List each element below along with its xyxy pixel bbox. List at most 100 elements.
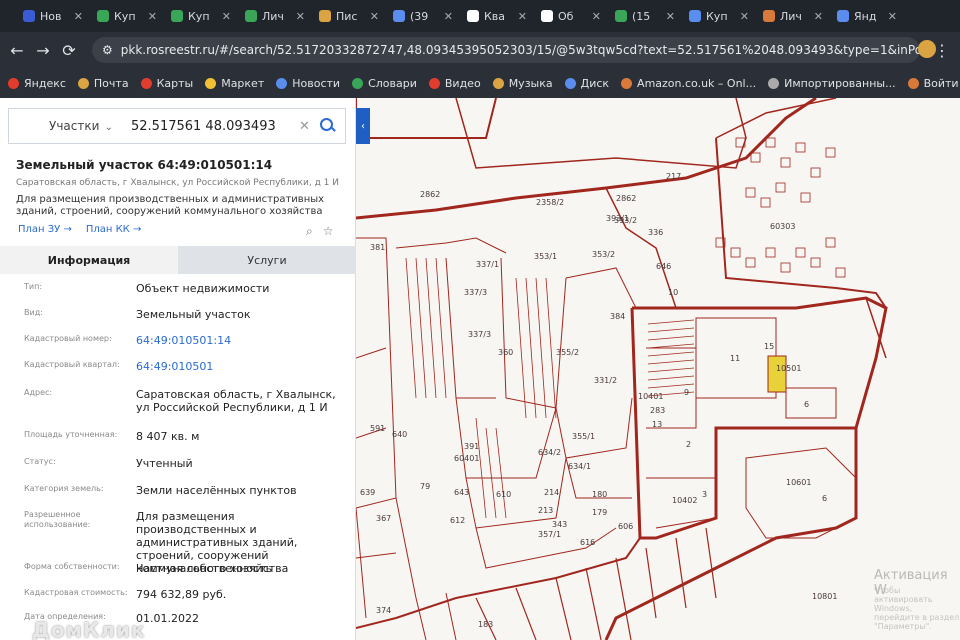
browser-tab[interactable]: (39 ✕ bbox=[388, 4, 458, 28]
parcel-number-label: 2862 bbox=[420, 190, 441, 199]
parcel-strip-line bbox=[647, 375, 695, 381]
browser-tab[interactable]: Об ✕ bbox=[536, 4, 606, 28]
bookmark-item[interactable]: Словари bbox=[352, 77, 417, 90]
bookmark-item[interactable]: Amazon.co.uk – Onl... bbox=[621, 77, 756, 90]
search-icon[interactable] bbox=[318, 116, 338, 136]
bookmark-label: Музыка bbox=[508, 76, 553, 90]
search-bar[interactable]: Участки ⌄ 52.517561 48.093493 ✕ bbox=[8, 108, 346, 144]
zoom-to-icon[interactable]: ⌕ bbox=[306, 224, 313, 239]
close-icon[interactable]: ✕ bbox=[370, 10, 379, 23]
parcel-strip-line bbox=[647, 319, 695, 325]
clear-icon[interactable]: ✕ bbox=[299, 119, 310, 134]
bookmark-item[interactable]: Импортированны... bbox=[768, 77, 896, 90]
bookmark-favicon-icon bbox=[907, 77, 919, 89]
close-icon[interactable]: ✕ bbox=[296, 10, 305, 23]
bookmark-item[interactable]: Войти в личный ка... bbox=[907, 77, 960, 90]
parcel-number-label: 353/2 bbox=[592, 250, 616, 259]
plan-links: План ЗУ → План КК → bbox=[18, 224, 141, 235]
close-icon[interactable]: ✕ bbox=[74, 10, 83, 23]
close-icon[interactable]: ✕ bbox=[740, 10, 749, 23]
parcel-number-label: 10 bbox=[668, 288, 679, 297]
plan-kk-link[interactable]: План КК → bbox=[86, 224, 142, 235]
highlighted-parcel[interactable] bbox=[767, 355, 787, 393]
navigation-bar: ← → ⟳ ⚙ pkk.rosreestr.ru/#/search/52.517… bbox=[0, 32, 960, 68]
parcel-strip-line bbox=[647, 351, 695, 357]
tab-information[interactable]: Информация bbox=[0, 246, 178, 274]
attribute-key: Площадь уточненная: bbox=[24, 430, 118, 439]
browser-tab[interactable]: Нов ✕ bbox=[18, 4, 88, 28]
search-input[interactable]: 52.517561 48.093493 bbox=[131, 119, 291, 134]
building-outline bbox=[760, 197, 771, 208]
parcel-number-label: 10601 bbox=[786, 478, 812, 487]
tab-favicon-icon bbox=[23, 10, 35, 22]
panel-tools: ⌕ ☆ bbox=[306, 224, 334, 239]
parcel-strip-line bbox=[647, 343, 695, 349]
info-panel: Участки ⌄ 52.517561 48.093493 ✕ Земельны… bbox=[0, 98, 356, 640]
tab-favicon-icon bbox=[689, 10, 701, 22]
attribute-value: 8 407 кв. м bbox=[136, 430, 200, 443]
parcel-number-label: 213 bbox=[538, 506, 554, 515]
browser-tab[interactable]: Куп ✕ bbox=[166, 4, 236, 28]
bookmark-item[interactable]: Карты bbox=[140, 77, 193, 90]
bookmark-item[interactable]: Музыка bbox=[492, 76, 553, 90]
bookmarks-bar: Яндекс Почта Карты Маркет Новости Словари Виде… bbox=[0, 68, 960, 98]
site-info-icon[interactable]: ⚙ bbox=[102, 43, 113, 57]
menu-dots-icon[interactable]: ⋮ bbox=[934, 41, 950, 60]
bookmark-item[interactable]: Яндекс bbox=[8, 77, 66, 90]
cadastral-map[interactable]: 2862 2358/2 2862 217 393/2 393/1 336 60303 381 33… bbox=[356, 98, 960, 640]
browser-tab[interactable]: Куп ✕ bbox=[684, 4, 754, 28]
close-icon[interactable]: ✕ bbox=[148, 10, 157, 23]
star-icon[interactable]: ☆ bbox=[323, 224, 334, 239]
parcel-number-label: 337/1 bbox=[476, 260, 500, 269]
browser-tab[interactable]: Лич ✕ bbox=[758, 4, 828, 28]
close-icon[interactable]: ✕ bbox=[888, 10, 897, 23]
parcel-number-label: 10402 bbox=[672, 496, 698, 505]
attribute-value: Объект недвижимости bbox=[136, 282, 270, 295]
close-icon[interactable]: ✕ bbox=[592, 10, 601, 23]
browser-tab[interactable]: Янд ✕ bbox=[832, 4, 902, 28]
url-text: pkk.rosreestr.ru/#/search/52.51720332872… bbox=[120, 43, 920, 57]
bookmark-item[interactable]: Маркет bbox=[205, 77, 264, 90]
browser-tab[interactable]: Пис ✕ bbox=[314, 4, 384, 28]
bookmark-favicon-icon bbox=[768, 77, 780, 89]
parcel-number-label: 2 bbox=[686, 440, 692, 449]
attribute-value[interactable]: 64:49:010501:14 bbox=[136, 334, 346, 347]
search-type-label: Участки bbox=[49, 119, 100, 133]
bookmark-item[interactable]: Диск bbox=[564, 77, 609, 90]
close-icon[interactable]: ✕ bbox=[518, 10, 527, 23]
bookmark-item[interactable]: Новости bbox=[276, 77, 340, 90]
close-icon[interactable]: ✕ bbox=[666, 10, 675, 23]
close-icon[interactable]: ✕ bbox=[814, 10, 823, 23]
browser-tab[interactable]: Ква ✕ bbox=[462, 4, 532, 28]
building-outline bbox=[800, 192, 811, 203]
address-bar[interactable]: ⚙ pkk.rosreestr.ru/#/search/52.517203328… bbox=[92, 37, 920, 63]
back-arrow-icon[interactable]: ← bbox=[4, 41, 30, 60]
parcel-number-label: 606 bbox=[618, 522, 634, 531]
bookmark-favicon-icon bbox=[205, 77, 217, 89]
object-purpose: Для размещения производственных и админи… bbox=[16, 194, 325, 217]
browser-tab[interactable]: (15 ✕ bbox=[610, 4, 680, 28]
browser-tab[interactable]: Куп ✕ bbox=[92, 4, 162, 28]
close-icon[interactable]: ✕ bbox=[444, 10, 453, 23]
parcel-number-label: 2862 bbox=[616, 194, 637, 203]
parcel-number-label: 393/1 bbox=[606, 214, 630, 223]
forward-arrow-icon[interactable]: → bbox=[30, 41, 56, 60]
bookmark-favicon-icon bbox=[276, 77, 288, 89]
tab-services[interactable]: Услуги bbox=[178, 246, 356, 274]
tab-strip: Нов ✕ Куп ✕ Куп ✕ Лич ✕ Пис ✕ (39 ✕ Ква ✕ Об ✕ (15 ✕ Куп ✕ Л… bbox=[0, 0, 960, 32]
parcel-number-label: 357/1 bbox=[538, 530, 562, 539]
activation-watermark-subtitle: Чтобы активировать Windows, перейдите в … bbox=[874, 586, 960, 631]
bookmark-item[interactable]: Почта bbox=[77, 77, 129, 90]
parcel-number-label: 15 bbox=[764, 342, 775, 351]
plan-zu-link[interactable]: План ЗУ → bbox=[18, 224, 72, 235]
collapse-panel-button[interactable]: ‹ bbox=[356, 108, 370, 144]
bookmark-item[interactable]: Видео bbox=[428, 77, 481, 90]
search-type-select[interactable]: Участки ⌄ bbox=[9, 119, 121, 133]
close-icon[interactable]: ✕ bbox=[222, 10, 231, 23]
attribute-value[interactable]: 64:49:010501 bbox=[136, 360, 346, 373]
tab-label: Ква bbox=[484, 9, 506, 23]
browser-tab[interactable]: Лич ✕ bbox=[240, 4, 310, 28]
parcel-number-label: 180 bbox=[592, 490, 608, 499]
tab-label: (39 bbox=[410, 9, 429, 23]
reload-icon[interactable]: ⟳ bbox=[56, 41, 82, 60]
